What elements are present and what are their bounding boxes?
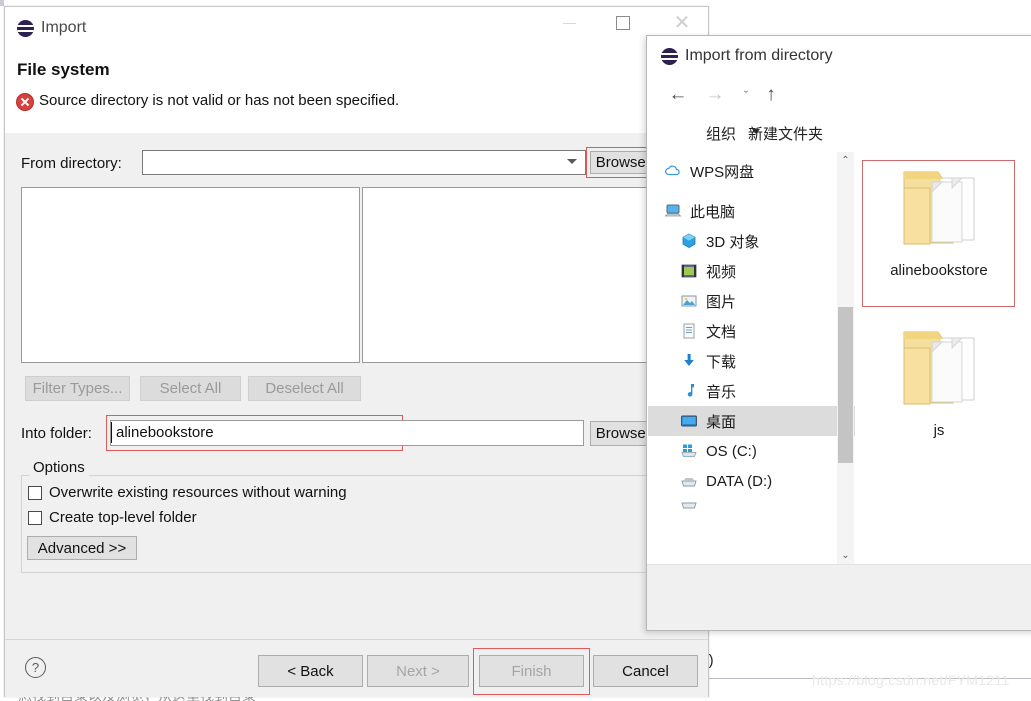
tree-item-label: 图片 xyxy=(706,293,737,311)
deselect-all-button[interactable]: Deselect All xyxy=(248,376,361,401)
tree-item-documents[interactable]: 文档 xyxy=(648,316,869,346)
new-folder-button[interactable]: 新建文件夹 xyxy=(748,123,823,144)
folder-icon xyxy=(864,164,1014,256)
overwrite-existing-checkbox[interactable] xyxy=(28,486,42,500)
tree-item-downloads[interactable]: 下载 xyxy=(648,346,869,376)
drive-icon xyxy=(680,472,698,490)
source-files-list[interactable] xyxy=(362,187,692,363)
from-directory-input[interactable] xyxy=(142,150,586,175)
pictures-icon xyxy=(680,292,698,310)
file-tile-label: alinebookstore xyxy=(890,262,988,279)
into-folder-label: Into folder: xyxy=(21,425,92,442)
explorer-file-list: alinebookstore js xyxy=(855,152,1031,564)
filter-types-button[interactable]: Filter Types... xyxy=(25,376,130,401)
error-message: Source directory is not valid or has not… xyxy=(39,92,400,109)
tree-item-partial[interactable] xyxy=(648,496,869,510)
watermark-text: https://blog.csdn.net/FYM1211 xyxy=(812,672,1010,688)
import-from-directory-dialog: Import from directory ← → ˇ ↑ › 此电脑 › 桌面… xyxy=(646,35,1031,631)
tree-item-videos[interactable]: 视频 xyxy=(648,256,869,286)
documents-icon xyxy=(680,322,698,340)
into-folder-input[interactable]: alinebookstore xyxy=(110,420,584,446)
windows-drive-icon xyxy=(680,442,698,460)
source-tree-list[interactable] xyxy=(21,187,360,363)
advanced-button[interactable]: Advanced >> xyxy=(27,536,137,560)
tree-item-this-pc[interactable]: 此电脑 xyxy=(648,196,853,226)
folder-icon xyxy=(864,324,1014,416)
desktop-icon xyxy=(680,412,698,430)
next-button: Next > xyxy=(367,655,469,687)
select-all-button[interactable]: Select All xyxy=(140,376,241,401)
scroll-down-icon[interactable]: ⌄ xyxy=(837,547,854,564)
3d-objects-icon xyxy=(680,232,698,250)
tree-item-3d-objects[interactable]: 3D 对象 xyxy=(648,226,869,256)
tree-item-label: 视频 xyxy=(706,263,737,281)
scrollbar-thumb[interactable] xyxy=(838,307,853,463)
error-x-icon xyxy=(16,93,34,111)
back-arrow-icon[interactable]: ← xyxy=(667,84,689,106)
explorer-footer: 文件夹: 桌面 xyxy=(647,564,1031,630)
explorer-nav-bar: ← → ˇ ↑ › 此电脑 › 桌面 › xyxy=(647,76,1031,147)
forward-arrow-icon: → xyxy=(705,84,725,105)
explorer-toolbar: 组织 新建文件夹 xyxy=(647,113,1031,153)
eclipse-title-bar[interactable]: Import ✕ xyxy=(5,7,708,48)
navigation-pane-scrollbar[interactable]: ⌃ ⌄ xyxy=(837,152,854,564)
page-title: File system xyxy=(17,60,110,79)
explorer-title-bar[interactable]: Import from directory xyxy=(647,36,1031,76)
eclipse-import-icon xyxy=(17,20,34,37)
chevron-down-icon xyxy=(567,159,577,164)
tree-item-music[interactable]: 音乐 xyxy=(648,376,869,406)
drive-icon xyxy=(680,496,698,510)
tree-item-label: 此电脑 xyxy=(690,203,736,221)
create-top-level-folder-checkbox[interactable] xyxy=(28,511,42,525)
tree-item-os-c[interactable]: OS (C:) xyxy=(648,436,869,466)
cancel-button[interactable]: Cancel xyxy=(593,655,698,687)
file-tile-label: js xyxy=(933,422,945,439)
eclipse-import-icon xyxy=(661,48,678,65)
minimize-button[interactable] xyxy=(546,7,592,39)
create-top-level-folder-label[interactable]: Create top-level folder xyxy=(49,509,197,526)
close-icon: ✕ xyxy=(673,12,691,34)
tree-item-label: 桌面 xyxy=(706,413,737,431)
music-icon xyxy=(680,382,698,400)
organize-button[interactable]: 组织 xyxy=(706,123,736,144)
help-question-icon[interactable]: ? xyxy=(25,657,46,678)
downloads-icon xyxy=(680,352,698,370)
tree-item-data-d[interactable]: DATA (D:) xyxy=(648,466,869,496)
text-caret xyxy=(111,422,112,443)
back-button[interactable]: < Back xyxy=(258,655,363,687)
tree-item-label: DATA (D:) xyxy=(706,472,773,490)
overwrite-existing-label[interactable]: Overwrite existing resources without war… xyxy=(49,484,347,501)
tree-item-label: 下载 xyxy=(706,353,737,371)
explorer-navigation-pane: WPS网盘 此电脑 3D 对象 视频 图片 文档 下载 音乐 桌面 OS (C:… xyxy=(648,152,869,564)
tree-item-label: 3D 对象 xyxy=(706,233,760,251)
screenshot-root: 08) https://blog.csdn.net/FYM1211 想找到目录以… xyxy=(0,0,1031,701)
scroll-up-icon[interactable]: ⌃ xyxy=(837,152,854,169)
file-tile-js[interactable]: js xyxy=(864,324,1014,439)
explorer-main-area: WPS网盘 此电脑 3D 对象 视频 图片 文档 下载 音乐 桌面 OS (C:… xyxy=(647,152,1031,564)
tree-item-wps-cloud[interactable]: WPS网盘 xyxy=(648,156,853,186)
eclipse-import-dialog: Import ✕ File system Source directory is… xyxy=(4,6,709,697)
tree-item-label: WPS网盘 xyxy=(690,163,755,181)
options-legend: Options xyxy=(29,459,89,476)
eclipse-dialog-title: Import xyxy=(41,19,87,36)
finish-button: Finish xyxy=(479,655,584,687)
file-tile-alinebookstore[interactable]: alinebookstore xyxy=(864,164,1014,279)
this-pc-icon xyxy=(664,202,682,220)
chevron-down-icon[interactable]: ˇ xyxy=(737,84,755,106)
eclipse-header-area: File system Source directory is not vali… xyxy=(5,48,708,134)
tree-item-pictures[interactable]: 图片 xyxy=(648,286,869,316)
cloud-icon xyxy=(664,162,682,180)
tree-item-label: 文档 xyxy=(706,323,737,341)
videos-icon xyxy=(680,262,698,280)
explorer-dialog-title: Import from directory xyxy=(685,47,833,64)
tree-item-label: 音乐 xyxy=(706,383,737,401)
maximize-button[interactable] xyxy=(600,7,646,39)
tree-item-label: OS (C:) xyxy=(706,442,757,460)
from-directory-label: From directory: xyxy=(21,155,122,172)
up-arrow-icon[interactable]: ↑ xyxy=(762,84,780,106)
tree-item-desktop[interactable]: 桌面 xyxy=(648,406,869,436)
